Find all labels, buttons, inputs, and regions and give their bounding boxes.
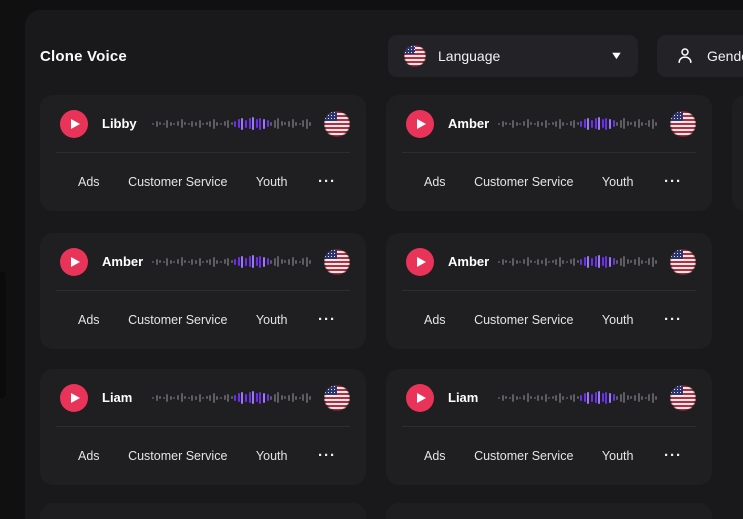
us-flag-icon: [324, 385, 350, 411]
tag-ads: Ads: [424, 449, 446, 463]
voice-card-partial[interactable]: [732, 95, 743, 211]
waveform: [498, 248, 658, 276]
voice-name: Amber: [102, 254, 146, 269]
tag-customer-service: Customer Service: [128, 175, 227, 189]
tag-customer-service: Customer Service: [128, 449, 227, 463]
us-flag-icon: [324, 249, 350, 275]
tag-customer-service: Customer Service: [474, 313, 573, 327]
tag-ads: Ads: [424, 313, 446, 327]
voice-card[interactable]: Amber Ads Customer Service Youth ···: [386, 233, 712, 349]
us-flag-icon: [324, 111, 350, 137]
page-title: Clone Voice: [40, 48, 127, 65]
language-filter-button[interactable]: Language ▼: [388, 35, 638, 77]
more-options-button[interactable]: ···: [316, 308, 338, 331]
tag-ads: Ads: [78, 175, 100, 189]
more-options-button[interactable]: ···: [316, 444, 338, 467]
waveform: [152, 110, 312, 138]
voice-name: Libby: [102, 116, 146, 131]
waveform: [152, 384, 312, 412]
gender-filter-label: Gender: [707, 48, 743, 64]
clone-voice-panel: Clone Voice Language ▼ Gender Libby Ads …: [25, 10, 743, 519]
play-button[interactable]: [60, 110, 88, 138]
more-options-button[interactable]: ···: [662, 444, 684, 467]
tag-ads: Ads: [78, 313, 100, 327]
play-button[interactable]: [60, 384, 88, 412]
more-options-button[interactable]: ···: [662, 308, 684, 331]
tag-youth: Youth: [256, 175, 288, 189]
voice-card[interactable]: Liam Ads Customer Service Youth ···: [386, 369, 712, 485]
voice-card[interactable]: Amber Ads Customer Service Youth ···: [386, 95, 712, 211]
tag-ads: Ads: [424, 175, 446, 189]
person-icon: [675, 46, 695, 66]
voice-name: Amber: [448, 116, 492, 131]
play-button[interactable]: [406, 248, 434, 276]
voice-name: Liam: [448, 390, 492, 405]
tag-youth: Youth: [256, 449, 288, 463]
voice-card[interactable]: Libby Ads Customer Service Youth ···: [40, 95, 366, 211]
play-button[interactable]: [406, 384, 434, 412]
tag-youth: Youth: [602, 175, 634, 189]
chevron-down-icon: ▼: [609, 50, 623, 62]
voice-card-partial[interactable]: [386, 503, 712, 519]
language-filter-label: Language: [438, 48, 500, 64]
play-icon: [417, 257, 426, 267]
voice-card[interactable]: Liam Ads Customer Service Youth ···: [40, 369, 366, 485]
us-flag-icon: [404, 45, 426, 67]
tag-customer-service: Customer Service: [474, 175, 573, 189]
us-flag-icon: [670, 385, 696, 411]
us-flag-icon: [670, 111, 696, 137]
more-options-button[interactable]: ···: [316, 170, 338, 193]
tag-youth: Youth: [602, 313, 634, 327]
voice-name: Liam: [102, 390, 146, 405]
us-flag-icon: [670, 249, 696, 275]
play-icon: [417, 393, 426, 403]
play-button[interactable]: [406, 110, 434, 138]
waveform: [498, 110, 658, 138]
voice-card[interactable]: Amber Ads Customer Service Youth ···: [40, 233, 366, 349]
voice-card-partial[interactable]: [40, 503, 366, 519]
gender-filter-button[interactable]: Gender: [657, 35, 743, 77]
tag-customer-service: Customer Service: [474, 449, 573, 463]
voice-name: Amber: [448, 254, 492, 269]
waveform: [152, 248, 312, 276]
play-icon: [417, 119, 426, 129]
play-icon: [71, 257, 80, 267]
tag-youth: Youth: [256, 313, 288, 327]
waveform: [498, 384, 658, 412]
more-options-button[interactable]: ···: [662, 170, 684, 193]
play-icon: [71, 119, 80, 129]
play-icon: [71, 393, 80, 403]
tag-ads: Ads: [78, 449, 100, 463]
play-button[interactable]: [60, 248, 88, 276]
left-edge-sliver: [0, 272, 6, 398]
tag-youth: Youth: [602, 449, 634, 463]
tag-customer-service: Customer Service: [128, 313, 227, 327]
